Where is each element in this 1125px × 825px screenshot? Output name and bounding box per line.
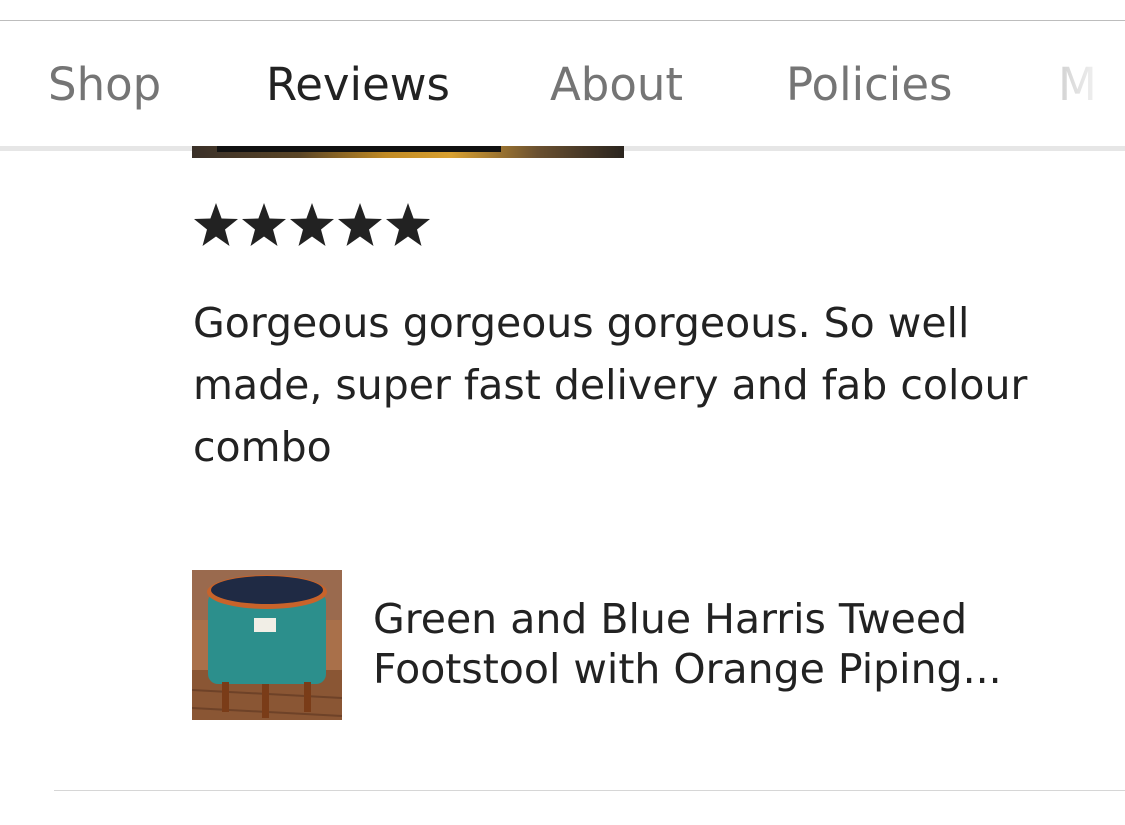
star-icon	[336, 200, 384, 250]
star-icon	[384, 200, 432, 250]
shop-reviews-page: Shop Reviews About Policies M Gorgeous g…	[0, 0, 1125, 825]
tab-policies[interactable]: Policies	[786, 57, 952, 113]
star-icon	[192, 200, 240, 250]
tab-reviews[interactable]: Reviews	[266, 57, 450, 113]
tab-about[interactable]: About	[550, 57, 683, 113]
tab-shop[interactable]: Shop	[48, 57, 161, 113]
listing-title[interactable]: Green and Blue Harris Tweed Footstool wi…	[373, 594, 1073, 694]
reviewed-listing[interactable]: Green and Blue Harris Tweed Footstool wi…	[192, 570, 1092, 720]
star-rating	[192, 200, 432, 252]
section-divider	[54, 790, 1125, 791]
star-icon	[240, 200, 288, 250]
active-tab-indicator	[217, 146, 501, 152]
tab-more-truncated[interactable]: M	[1058, 57, 1097, 113]
shop-tab-bar: Shop Reviews About Policies M	[0, 21, 1125, 147]
review-text: Gorgeous gorgeous gorgeous. So well made…	[193, 299, 1028, 471]
star-icon	[288, 200, 336, 250]
footstool-thumbnail-icon[interactable]	[192, 570, 342, 720]
